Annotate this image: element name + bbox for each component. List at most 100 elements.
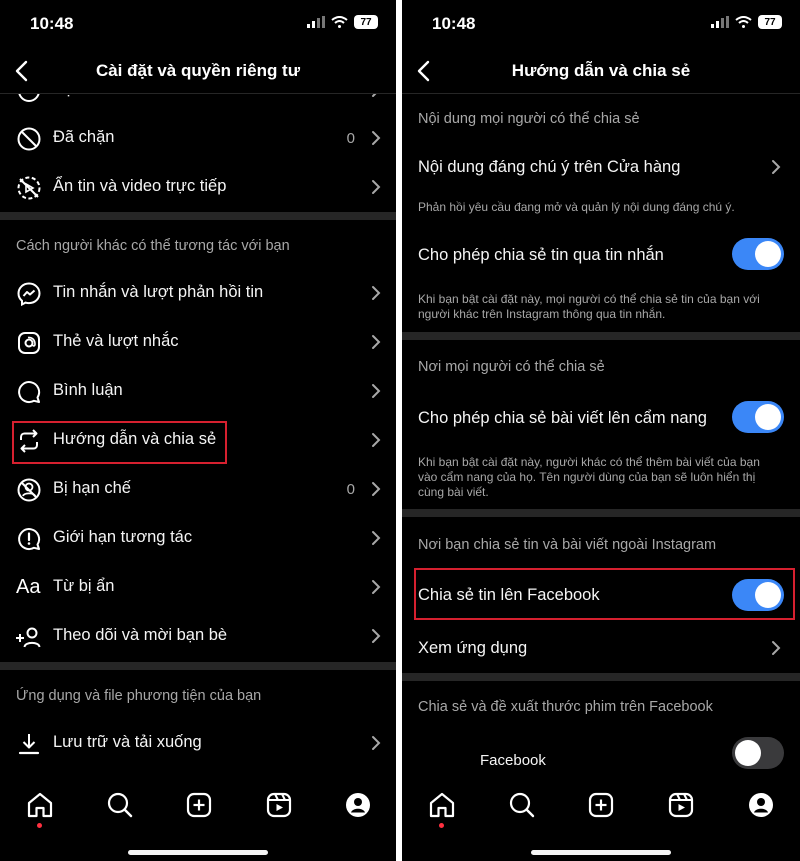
section-divider bbox=[0, 662, 396, 670]
at-icon bbox=[18, 332, 40, 354]
reels-icon[interactable] bbox=[666, 790, 696, 820]
wifi-icon bbox=[331, 16, 348, 28]
status-bar: 10:48 77 bbox=[402, 0, 800, 50]
chevron-right-icon bbox=[372, 531, 381, 545]
header-divider bbox=[402, 93, 800, 94]
bottom-tab-bar bbox=[0, 780, 396, 861]
settings-row-follow-invite[interactable]: Theo dõi và mời bạn bè bbox=[0, 612, 396, 660]
settings-row-label: Đã chặn bbox=[53, 128, 115, 146]
section-divider bbox=[402, 673, 800, 681]
chevron-right-icon bbox=[772, 160, 781, 174]
chevron-right-icon bbox=[372, 180, 381, 194]
profile-avatar-icon[interactable] bbox=[343, 790, 373, 820]
battery-icon: 77 bbox=[354, 15, 378, 29]
comment-icon bbox=[18, 381, 41, 404]
section-header-interact: Cách người khác có thể tương tác với bạn bbox=[16, 238, 290, 254]
settings-row-tags[interactable]: Thẻ và lượt nhắc bbox=[0, 318, 396, 366]
settings-row-count: 0 bbox=[346, 481, 355, 498]
settings-row-archive-download[interactable]: Lưu trữ và tải xuống bbox=[0, 719, 396, 767]
settings-row-hide-story[interactable]: Ẩn tin và video trực tiếp bbox=[0, 163, 396, 211]
settings-row-comments[interactable]: Bình luận bbox=[0, 367, 396, 415]
settings-row-shop-featured[interactable]: Nội dung đáng chú ý trên Cửa hàng bbox=[402, 145, 800, 189]
settings-row-label: Lưu trữ và tải xuống bbox=[53, 733, 202, 751]
home-notification-dot bbox=[439, 823, 444, 828]
messenger-icon bbox=[17, 282, 41, 307]
search-icon[interactable] bbox=[105, 790, 135, 820]
settings-row-view-apps[interactable]: Xem ứng dụng bbox=[402, 626, 800, 670]
bottom-tab-bar bbox=[402, 780, 800, 861]
create-post-icon[interactable] bbox=[184, 790, 214, 820]
settings-row-hidden-words[interactable]: Aa Từ bị ẩn bbox=[0, 563, 396, 611]
home-notification-dot bbox=[37, 823, 42, 828]
settings-row-label: Bị hạn chế bbox=[53, 479, 131, 497]
battery-icon: 77 bbox=[758, 15, 782, 29]
settings-row-count: 0 bbox=[346, 130, 355, 147]
toggle-facebook-reels[interactable] bbox=[732, 737, 784, 769]
settings-privacy-screen: 10:48 77 Cài đặt và quyền riêng tư Bạn t… bbox=[0, 0, 396, 861]
profile-avatar-icon[interactable] bbox=[746, 790, 776, 820]
status-bar: 10:48 77 bbox=[0, 0, 396, 50]
settings-row-label: Facebook bbox=[480, 752, 546, 769]
signal-icon bbox=[711, 16, 729, 28]
settings-row-blocked[interactable]: Đã chặn 0 bbox=[0, 114, 396, 162]
settings-row-label: Thẻ và lượt nhắc bbox=[53, 332, 179, 350]
home-icon[interactable] bbox=[427, 790, 457, 820]
restrict-icon bbox=[17, 478, 41, 502]
status-icons: 77 bbox=[711, 15, 782, 29]
header-divider bbox=[0, 93, 396, 94]
settings-row-messages[interactable]: Tin nhắn và lượt phản hồi tin bbox=[0, 269, 396, 317]
alert-limit-icon bbox=[18, 528, 41, 551]
chevron-right-icon bbox=[372, 286, 381, 300]
nav-header: Hướng dẫn và chia sẻ bbox=[402, 50, 800, 92]
toggle-guides-posts[interactable] bbox=[732, 401, 784, 433]
page-title: Cài đặt và quyền riêng tư bbox=[95, 61, 301, 80]
chevron-right-icon bbox=[372, 580, 381, 594]
wifi-icon bbox=[735, 16, 752, 28]
hidden-words-icon: Aa bbox=[16, 576, 41, 598]
signal-icon bbox=[307, 16, 325, 28]
guides-sharing-screen: 10:48 77 Hướng dẫn và chia sẻ Nội dung m… bbox=[402, 0, 800, 861]
settings-row-restricted[interactable]: Bị hạn chế 0 bbox=[0, 465, 396, 513]
chevron-right-icon bbox=[372, 736, 381, 750]
status-time: 10:48 bbox=[432, 14, 476, 33]
section-divider bbox=[0, 212, 396, 220]
chevron-right-icon bbox=[372, 131, 381, 145]
search-icon[interactable] bbox=[507, 790, 537, 820]
highlight-box-facebook bbox=[414, 568, 795, 620]
page-title: Hướng dẫn và chia sẻ bbox=[511, 61, 691, 80]
settings-row-label: Cho phép chia sẻ bài viết lên cẩm nang bbox=[418, 409, 707, 427]
settings-row-label: Bình luận bbox=[53, 381, 123, 399]
toggle-story-sharing-messages[interactable] bbox=[732, 238, 784, 270]
toggle-knob bbox=[755, 241, 781, 267]
settings-row-label: Nội dung đáng chú ý trên Cửa hàng bbox=[418, 158, 681, 176]
nav-header-front: Cài đặt và quyền riêng tư bbox=[0, 50, 396, 92]
settings-row-label: Tin nhắn và lượt phản hồi tin bbox=[53, 283, 264, 301]
chevron-right-icon bbox=[372, 335, 381, 349]
hide-story-icon bbox=[17, 176, 41, 200]
section-header-shareable-content: Nội dung mọi người có thể chia sẻ bbox=[418, 111, 640, 127]
chevron-right-icon bbox=[372, 629, 381, 643]
section-header-where-share: Nơi mọi người có thể chia sẻ bbox=[418, 359, 605, 375]
download-icon bbox=[18, 734, 40, 755]
settings-row-label: Giới hạn tương tác bbox=[53, 528, 193, 546]
section-header-facebook-reels: Chia sẻ và đề xuất thước phim trên Faceb… bbox=[418, 699, 713, 715]
section-header-outside-instagram: Nơi bạn chia sẻ tin và bài viết ngoài In… bbox=[418, 537, 717, 553]
status-icons: 77 bbox=[307, 15, 378, 29]
chevron-right-icon bbox=[372, 482, 381, 496]
chevron-right-icon bbox=[772, 641, 781, 655]
block-icon bbox=[17, 127, 41, 151]
settings-row-label: Cho phép chia sẻ tin qua tin nhắn bbox=[418, 246, 664, 264]
home-indicator bbox=[128, 850, 268, 855]
settings-row-label: Ẩn tin và video trực tiếp bbox=[53, 177, 227, 195]
home-icon[interactable] bbox=[25, 790, 55, 820]
settings-row-label: Theo dõi và mời bạn bè bbox=[53, 626, 228, 644]
section-header-apps: Ứng dụng và file phương tiện của bạn bbox=[16, 688, 262, 704]
chevron-right-icon bbox=[372, 433, 381, 447]
reels-icon[interactable] bbox=[264, 790, 294, 820]
create-post-icon[interactable] bbox=[586, 790, 616, 820]
settings-row-label: Xem ứng dụng bbox=[418, 639, 528, 657]
status-time: 10:48 bbox=[30, 14, 74, 33]
toggle-knob bbox=[735, 740, 761, 766]
settings-row-limit-interactions[interactable]: Giới hạn tương tác bbox=[0, 514, 396, 562]
add-person-icon bbox=[16, 627, 41, 648]
